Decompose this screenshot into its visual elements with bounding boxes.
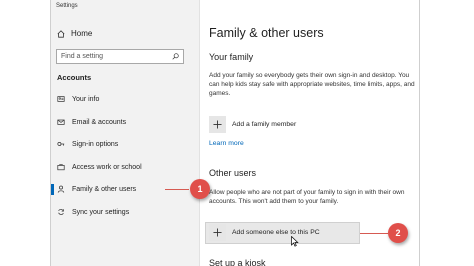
your-family-heading: Your family [209, 52, 254, 62]
annotation-badge-1: 1 [190, 179, 210, 199]
plus-icon [213, 120, 222, 129]
person-icon [57, 185, 65, 193]
search-placeholder: Find a setting [61, 53, 104, 60]
section-label-accounts: Accounts [57, 73, 92, 82]
key-icon [57, 142, 65, 146]
plus-tile [209, 224, 226, 241]
sidebar-item-label: Sync your settings [72, 208, 130, 216]
badge-connector [360, 233, 388, 234]
right-margin [420, 0, 474, 266]
sidebar-item-sign-in[interactable]: Sign-in options [51, 136, 200, 152]
sidebar-item-label: Your info [72, 95, 100, 103]
envelope-icon [57, 119, 65, 125]
person-card-icon [57, 96, 65, 102]
add-family-member-label: Add a family member [232, 121, 297, 128]
other-users-description: Allow people who are not part of your fa… [209, 189, 405, 205]
sidebar: Settings Home Find a setting Accounts Yo… [51, 0, 210, 266]
settings-window: Settings Home Find a setting Accounts Yo… [50, 0, 420, 266]
sidebar-item-email[interactable]: Email & accounts [51, 114, 200, 130]
sidebar-item-label: Access work or school [72, 163, 142, 171]
left-margin [0, 0, 50, 266]
sidebar-item-your-info[interactable]: Your info [51, 91, 200, 107]
your-family-description: Add your family so everybody gets their … [209, 72, 415, 97]
mouse-cursor-icon [291, 236, 299, 247]
annotation-badge-2: 2 [388, 223, 408, 243]
plus-icon [213, 228, 222, 237]
sidebar-item-label: Family & other users [72, 185, 137, 193]
plus-tile [209, 116, 226, 133]
sidebar-item-work-school[interactable]: Access work or school [51, 159, 200, 175]
sync-icon [58, 209, 64, 215]
search-icon [172, 53, 179, 60]
window-title: Settings [56, 3, 78, 9]
sidebar-item-label: Sign-in options [72, 140, 119, 148]
home-nav[interactable]: Home [57, 29, 92, 38]
briefcase-icon [57, 164, 65, 171]
learn-more-link[interactable]: Learn more [209, 140, 244, 147]
sidebar-item-sync[interactable]: Sync your settings [51, 204, 200, 220]
main-content: Family & other users Your family Add you… [205, 0, 419, 266]
other-users-heading: Other users [209, 168, 257, 178]
home-label: Home [71, 29, 93, 38]
add-someone-else-button[interactable]: Add someone else to this PC [209, 224, 320, 241]
page-title: Family & other users [209, 26, 324, 40]
badge-connector [165, 189, 189, 190]
search-input[interactable]: Find a setting [56, 49, 184, 64]
kiosk-heading: Set up a kiosk [209, 258, 266, 266]
add-someone-else-label: Add someone else to this PC [232, 229, 320, 236]
sidebar-item-label: Email & accounts [72, 118, 127, 126]
add-family-member-button[interactable]: Add a family member [209, 116, 296, 133]
home-icon [57, 29, 65, 38]
